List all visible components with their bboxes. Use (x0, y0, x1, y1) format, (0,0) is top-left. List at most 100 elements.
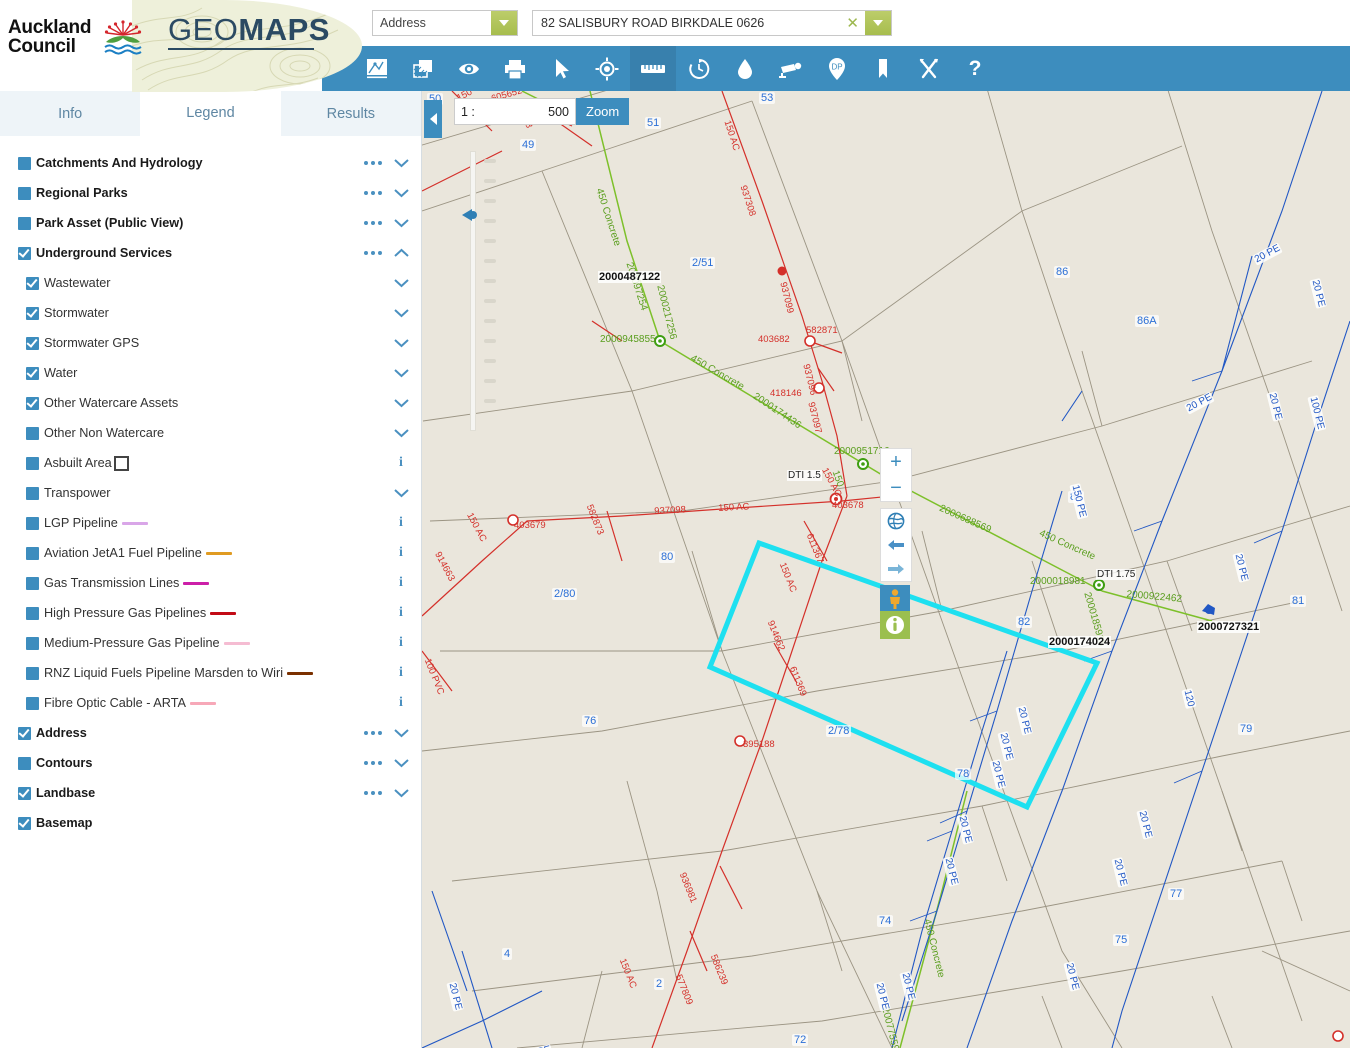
legend-row-aviation-jeta1-fuel-pipeline[interactable]: Aviation JetA1 Fuel Pipelinei (0, 538, 421, 568)
legend-checkbox[interactable] (18, 187, 31, 200)
legend-more-options-icon[interactable] (364, 221, 382, 225)
chevron-down-icon[interactable] (393, 728, 409, 738)
info-icon[interactable]: i (393, 455, 409, 471)
search-input-wrap[interactable]: 82 SALISBURY ROAD BIRKDALE 0626 ✕ (532, 10, 892, 36)
legend-checkbox[interactable] (26, 637, 39, 650)
legend-checkbox[interactable] (26, 307, 39, 320)
legend-row-other-non-watercare[interactable]: Other Non Watercare (0, 418, 421, 448)
chevron-down-icon[interactable] (393, 488, 409, 498)
legend-checkbox[interactable] (26, 277, 39, 290)
scale-value[interactable]: 500 (548, 105, 569, 119)
clear-icon[interactable]: ✕ (846, 14, 859, 32)
map-layers-icon[interactable] (354, 46, 400, 91)
tools-wrench-icon[interactable] (906, 46, 952, 91)
info-icon[interactable]: i (393, 665, 409, 681)
legend-checkbox[interactable] (18, 787, 31, 800)
info-icon[interactable]: i (393, 695, 409, 711)
legend-row-rnz-liquid-fuels-pipeline-marsden-to-wiri[interactable]: RNZ Liquid Fuels Pipeline Marsden to Wir… (0, 658, 421, 688)
panel-collapse-toggle[interactable] (424, 100, 442, 138)
legend-row-gas-transmission-lines[interactable]: Gas Transmission Linesi (0, 568, 421, 598)
info-icon[interactable]: i (393, 545, 409, 561)
back-arrow-icon[interactable] (881, 533, 911, 557)
info-icon[interactable]: i (393, 635, 409, 651)
legend-checkbox[interactable] (26, 607, 39, 620)
legend-row-asbuilt-area[interactable]: Asbuilt Areai (0, 448, 421, 478)
legend-checkbox[interactable] (18, 247, 31, 260)
print-icon[interactable] (492, 46, 538, 91)
legend-checkbox[interactable] (26, 667, 39, 680)
zoom-button[interactable]: Zoom (576, 98, 629, 125)
legend-checkbox[interactable] (26, 487, 39, 500)
legend-row-stormwater-gps[interactable]: Stormwater GPS (0, 328, 421, 358)
legend-row-fibre-optic-cable-arta[interactable]: Fibre Optic Cable - ARTAi (0, 688, 421, 718)
auckland-council-logo[interactable]: Auckland Council (8, 18, 149, 56)
legend-checkbox[interactable] (26, 427, 39, 440)
cursor-select-icon[interactable] (538, 46, 584, 91)
street-camera-icon[interactable] (768, 46, 814, 91)
legend-checkbox[interactable] (26, 697, 39, 710)
chevron-down-icon[interactable] (393, 188, 409, 198)
search-input[interactable]: 82 SALISBURY ROAD BIRKDALE 0626 (533, 16, 764, 30)
legend-row-underground-services[interactable]: Underground Services (0, 238, 421, 268)
water-drop-icon[interactable] (722, 46, 768, 91)
info-icon[interactable]: i (393, 575, 409, 591)
legend-checkbox[interactable] (26, 577, 39, 590)
zoom-slider-track[interactable] (470, 151, 476, 431)
legend-checkbox[interactable] (18, 727, 31, 740)
dp-pin-icon[interactable]: DP (814, 46, 860, 91)
legend-checkbox[interactable] (26, 367, 39, 380)
legend-row-wastewater[interactable]: Wastewater (0, 268, 421, 298)
legend-checkbox[interactable] (26, 547, 39, 560)
street-view-person-icon[interactable] (880, 585, 910, 613)
chevron-down-icon[interactable] (393, 398, 409, 408)
eye-visibility-icon[interactable] (446, 46, 492, 91)
chevron-down-icon[interactable] (393, 368, 409, 378)
zoom-slider-handle[interactable] (460, 207, 480, 223)
legend-row-high-pressure-gas-pipelines[interactable]: High Pressure Gas Pipelinesi (0, 598, 421, 628)
info-identify-icon[interactable] (880, 611, 910, 639)
chevron-down-icon[interactable] (393, 788, 409, 798)
zoom-in-button[interactable]: + (881, 449, 911, 475)
help-icon[interactable]: ? (952, 46, 998, 91)
search-dropdown-icon[interactable] (865, 11, 891, 35)
legend-checkbox[interactable] (18, 217, 31, 230)
chevron-down-icon[interactable] (393, 218, 409, 228)
legend-row-transpower[interactable]: Transpower (0, 478, 421, 508)
legend-row-regional-parks[interactable]: Regional Parks (0, 178, 421, 208)
tab-legend[interactable]: Legend (140, 91, 280, 136)
legend-more-options-icon[interactable] (364, 161, 382, 165)
legend-row-contours[interactable]: Contours (0, 748, 421, 778)
legend-checkbox[interactable] (18, 157, 31, 170)
legend-row-basemap[interactable]: Basemap (0, 808, 421, 838)
legend-more-options-icon[interactable] (364, 731, 382, 735)
legend-more-options-icon[interactable] (364, 761, 382, 765)
legend-row-landbase[interactable]: Landbase (0, 778, 421, 808)
chevron-down-icon[interactable] (393, 308, 409, 318)
legend-more-options-icon[interactable] (364, 251, 382, 255)
zoom-out-button[interactable]: − (881, 475, 911, 501)
legend-checkbox[interactable] (26, 517, 39, 530)
chevron-down-icon[interactable] (393, 278, 409, 288)
chevron-down-icon[interactable] (393, 428, 409, 438)
bookmark-icon[interactable] (860, 46, 906, 91)
info-icon[interactable]: i (393, 515, 409, 531)
chevron-down-icon[interactable] (393, 338, 409, 348)
chevron-down-icon[interactable] (491, 11, 517, 35)
legend-more-options-icon[interactable] (364, 191, 382, 195)
legend-row-medium-pressure-gas-pipeline[interactable]: Medium-Pressure Gas Pipelinei (0, 628, 421, 658)
legend-row-other-watercare-assets[interactable]: Other Watercare Assets (0, 388, 421, 418)
history-clock-icon[interactable] (676, 46, 722, 91)
chevron-down-icon[interactable] (393, 758, 409, 768)
legend-checkbox[interactable] (26, 337, 39, 350)
locate-target-icon[interactable] (584, 46, 630, 91)
zoom-slider[interactable] (466, 151, 480, 431)
legend-row-water[interactable]: Water (0, 358, 421, 388)
forward-arrow-icon[interactable] (881, 557, 911, 581)
legend-row-address[interactable]: Address (0, 718, 421, 748)
search-type-select[interactable]: Address (372, 10, 518, 36)
legend-row-catchments-and-hydrology[interactable]: Catchments And Hydrology (0, 148, 421, 178)
legend-row-park-asset-public-view[interactable]: Park Asset (Public View) (0, 208, 421, 238)
overlay-layers-icon[interactable] (400, 46, 446, 91)
legend-row-lgp-pipeline[interactable]: LGP Pipelinei (0, 508, 421, 538)
info-icon[interactable]: i (393, 605, 409, 621)
